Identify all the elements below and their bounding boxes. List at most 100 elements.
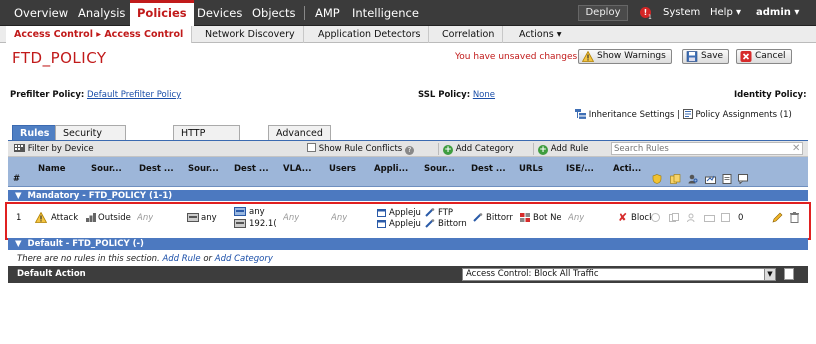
- nav-policies[interactable]: Policies: [130, 0, 194, 26]
- collapse-triangle-icon[interactable]: ▼: [15, 238, 22, 250]
- warning-icon: [582, 51, 594, 62]
- cancel-label: Cancel: [755, 51, 786, 61]
- document-icon: [722, 174, 732, 184]
- subnav-application-detectors[interactable]: Application Detectors: [310, 26, 430, 43]
- column-number: #: [13, 174, 21, 184]
- tab-security-intelligence[interactable]: Security Intelligence: [55, 125, 127, 154]
- rules-toolbar: Filter by Device Show Rule Conflicts ? +…: [8, 141, 808, 157]
- identity-policy-row: Identity Policy:: [734, 90, 806, 100]
- column-source-zones[interactable]: Sour...: [91, 164, 122, 174]
- deploy-button[interactable]: Deploy: [578, 5, 628, 21]
- add-category-label: Add Category: [455, 144, 514, 154]
- search-rules-input[interactable]: [611, 142, 803, 155]
- shield-icon: [652, 174, 662, 184]
- subnav-actions-menu[interactable]: Actions ▾: [511, 26, 570, 43]
- add-circle-icon: +: [538, 145, 548, 155]
- show-rule-conflicts-label: Show Rule Conflicts: [318, 144, 403, 154]
- save-label: Save: [701, 51, 724, 61]
- show-warnings-label: Show Warnings: [597, 51, 666, 61]
- prefilter-policy-link[interactable]: Default Prefilter Policy: [87, 90, 181, 100]
- nav-separator: [304, 6, 305, 20]
- show-rule-conflicts-checkbox[interactable]: [307, 143, 316, 152]
- nav-overview[interactable]: Overview: [7, 0, 75, 26]
- default-section-label: Default - FTD_POLICY (-): [27, 239, 144, 249]
- subnav-correlation[interactable]: Correlation: [434, 26, 504, 43]
- subnav-access-control[interactable]: Access Control ▸ Access Control: [6, 26, 193, 43]
- cancel-x-icon: [740, 51, 752, 62]
- user-search-icon: [688, 174, 698, 184]
- default-action-select[interactable]: Access Control: Block All Traffic ▼: [462, 268, 776, 281]
- add-rule-label: Add Rule: [550, 144, 589, 154]
- policy-assignments-link[interactable]: Policy Assignments (1): [695, 110, 791, 120]
- add-category-link[interactable]: Add Category: [215, 254, 273, 264]
- column-action[interactable]: Acti...: [613, 164, 641, 174]
- column-source-ports[interactable]: Sour...: [424, 164, 455, 174]
- add-rule-link[interactable]: Add Rule: [162, 254, 200, 264]
- prefilter-policy-label: Prefilter Policy:: [10, 90, 85, 100]
- inheritance-settings-link[interactable]: Inheritance Settings: [589, 110, 675, 120]
- nav-objects[interactable]: Objects: [245, 0, 302, 26]
- add-category-button[interactable]: + Add Category: [438, 143, 514, 155]
- nav-user-menu[interactable]: admin ▾: [749, 0, 806, 26]
- column-urls[interactable]: URLs: [519, 164, 543, 174]
- clear-search-icon[interactable]: ✕: [792, 143, 800, 155]
- column-users[interactable]: Users: [329, 164, 356, 174]
- page-title: FTD_POLICY: [12, 49, 107, 67]
- unsaved-changes-text: You have unsaved changes: [455, 52, 578, 62]
- prefilter-policy-row: Prefilter Policy: Default Prefilter Poli…: [10, 90, 181, 100]
- inheritance-icon: [575, 109, 586, 119]
- alert-count: 1: [648, 14, 652, 21]
- logging-icon: [705, 175, 716, 184]
- column-vlan-tags[interactable]: VLA...: [283, 164, 311, 174]
- nav-intelligence[interactable]: Intelligence: [345, 0, 426, 26]
- chevron-down-icon[interactable]: ▼: [764, 269, 775, 280]
- or-text: or: [203, 254, 213, 264]
- mandatory-section-label: Mandatory - FTD_POLICY (1-1): [27, 191, 173, 201]
- highlight-box: [5, 202, 811, 240]
- document-icon[interactable]: [784, 268, 794, 280]
- policy-assignments-icon: [682, 109, 693, 119]
- nav-devices[interactable]: Devices: [190, 0, 249, 26]
- nav-help[interactable]: Help ▾: [703, 0, 748, 26]
- nav-system[interactable]: System: [656, 0, 707, 26]
- show-rule-conflicts-toggle[interactable]: Show Rule Conflicts ?: [307, 143, 414, 155]
- divider: |: [677, 110, 681, 120]
- column-dest-ports[interactable]: Dest ...: [471, 164, 506, 174]
- default-action-value: Access Control: Block All Traffic: [466, 269, 599, 279]
- default-action-label: Default Action: [17, 269, 86, 279]
- column-source-networks[interactable]: Sour...: [188, 164, 219, 174]
- sub-navigation-bar: Access Control ▸ Access Control Network …: [0, 26, 816, 43]
- empty-section-message: There are no rules in this section. Add …: [17, 254, 273, 264]
- nav-analysis[interactable]: Analysis: [71, 0, 132, 26]
- ssl-policy-link[interactable]: None: [473, 90, 495, 100]
- column-applications[interactable]: Appli...: [374, 164, 408, 174]
- default-section-bar[interactable]: ▼ Default - FTD_POLICY (-): [8, 238, 808, 250]
- add-rule-button[interactable]: + Add Rule: [533, 143, 588, 155]
- identity-policy-label: Identity Policy:: [734, 90, 807, 100]
- comment-icon: [738, 174, 748, 184]
- column-ise-attributes[interactable]: ISE/...: [566, 164, 594, 174]
- ssl-policy-label: SSL Policy:: [418, 90, 471, 100]
- tab-http-responses[interactable]: HTTP Responses: [173, 125, 240, 154]
- save-button[interactable]: Save: [682, 49, 730, 64]
- show-warnings-button[interactable]: Show Warnings: [578, 49, 672, 64]
- nav-amp[interactable]: AMP: [308, 0, 347, 26]
- floppy-save-icon: [686, 51, 698, 62]
- filter-device-icon: [14, 144, 25, 152]
- tab-advanced[interactable]: Advanced: [268, 125, 331, 141]
- top-navigation-bar: Overview Analysis Policies Devices Objec…: [0, 0, 816, 26]
- subnav-network-discovery[interactable]: Network Discovery: [197, 26, 304, 43]
- filter-by-device-button[interactable]: Filter by Device: [14, 143, 94, 155]
- tab-rules[interactable]: Rules: [12, 125, 58, 141]
- cancel-button[interactable]: Cancel: [736, 49, 792, 64]
- add-circle-icon: +: [443, 145, 453, 155]
- default-action-row: Default Action Access Control: Block All…: [8, 266, 808, 283]
- no-rules-text: There are no rules in this section.: [17, 254, 160, 264]
- column-name[interactable]: Name: [38, 164, 65, 174]
- column-dest-networks[interactable]: Dest ...: [234, 164, 269, 174]
- help-question-icon[interactable]: ?: [404, 146, 414, 155]
- rules-table-header: # Name Sour... Dest ... Sour... Dest ...…: [8, 157, 808, 187]
- column-dest-zones[interactable]: Dest ...: [139, 164, 174, 174]
- filter-by-device-label: Filter by Device: [27, 144, 94, 154]
- inheritance-row: Inheritance Settings | Policy Assignment…: [575, 109, 792, 120]
